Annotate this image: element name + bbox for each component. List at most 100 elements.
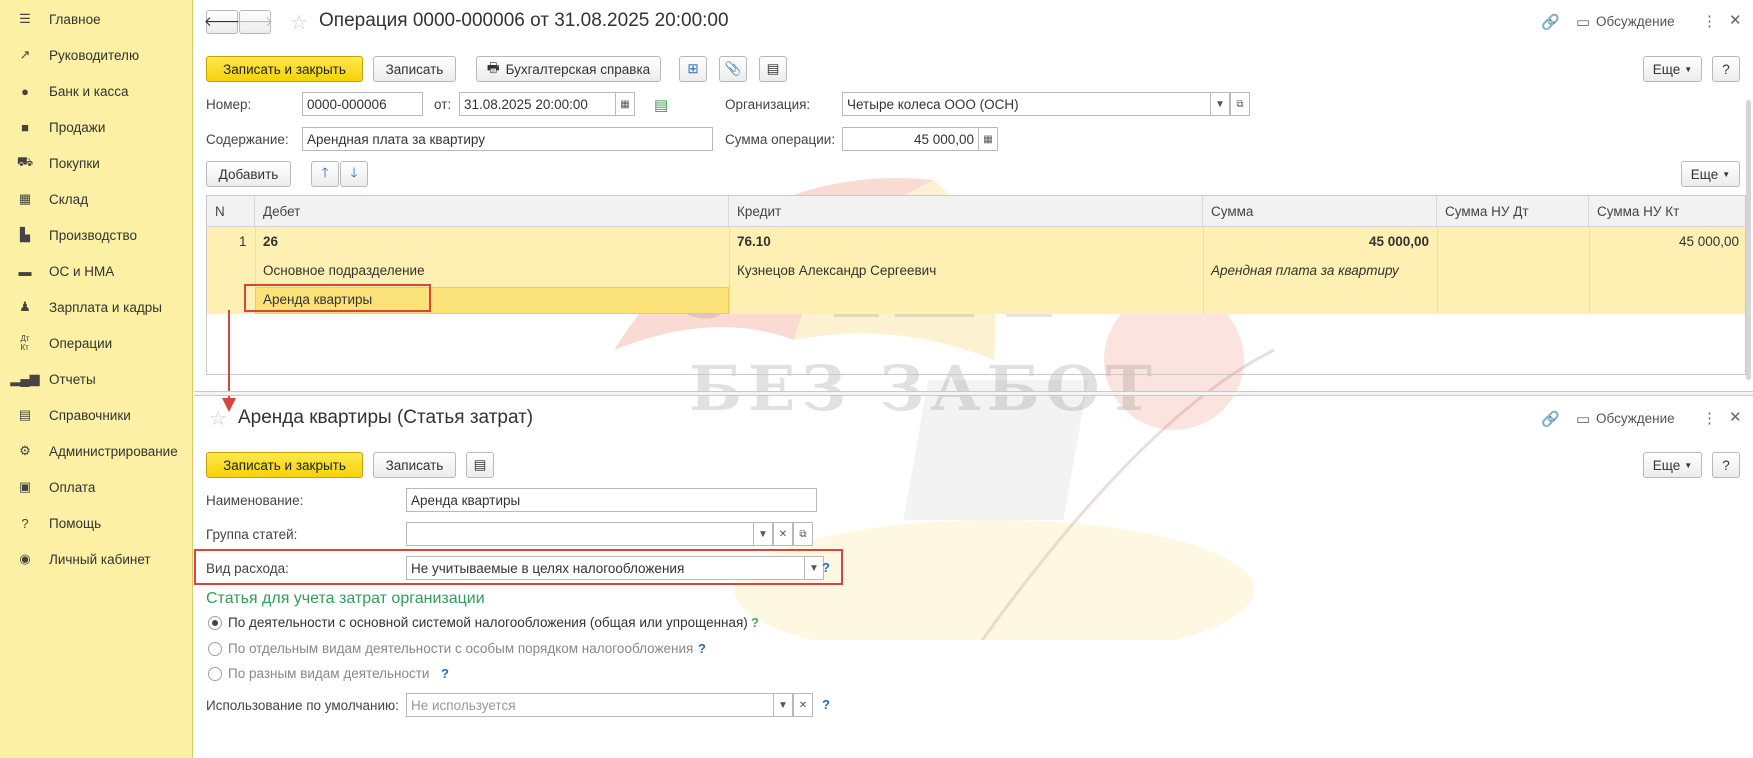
debit-subconto-1[interactable]: Основное подразделение: [263, 263, 425, 278]
sidebar-item-sales[interactable]: ■ Продажи: [0, 112, 193, 142]
sidebar-item-payment[interactable]: ▣ Оплата: [0, 472, 193, 502]
move-up-button[interactable]: 🡑: [311, 161, 339, 187]
question-icon: ?: [21, 515, 29, 531]
open-icon: ⧉: [799, 528, 807, 540]
link-icon[interactable]: 🔗: [1541, 13, 1560, 31]
sidebar-item-main[interactable]: ☰ Главное: [0, 4, 193, 34]
discussion-icon[interactable]: ▭: [1576, 410, 1590, 428]
expense-type-help-icon[interactable]: ?: [822, 560, 830, 575]
expense-type-dropdown-button[interactable]: ▼: [804, 556, 824, 580]
structure-button[interactable]: ⊞: [679, 56, 707, 82]
item-save-button[interactable]: Записать: [373, 452, 456, 478]
sidebar-item-warehouse[interactable]: ▦ Склад: [0, 184, 193, 214]
date-field[interactable]: 31.08.2025 20:00:00: [459, 92, 616, 116]
sidebar-item-fixed-assets[interactable]: ▬ ОС и НМА: [0, 256, 193, 286]
table-header: N Дебет Кредит Сумма Сумма НУ Дт Сумма Н…: [207, 196, 1745, 227]
column-sum-nu-dt[interactable]: Сумма НУ Дт: [1437, 196, 1589, 227]
sidebar-item-payroll[interactable]: ♟ Зарплата и кадры: [0, 292, 193, 322]
table-more-button[interactable]: Еще ▼: [1681, 161, 1740, 187]
sidebar-item-help[interactable]: ? Помощь: [0, 508, 193, 538]
sidebar-item-admin[interactable]: ⚙ Администрирование: [0, 436, 193, 466]
move-down-button[interactable]: 🡓: [340, 161, 368, 187]
discussion-link[interactable]: Обсуждение: [1596, 411, 1675, 426]
favorite-star-icon[interactable]: ☆: [209, 406, 227, 431]
add-button[interactable]: Добавить: [206, 161, 291, 187]
item-save-close-button[interactable]: Записать и закрыть: [206, 452, 363, 478]
item-more-button[interactable]: Еще ▼: [1643, 452, 1702, 478]
organization-field[interactable]: Четыре колеса ООО (ОСН): [842, 92, 1211, 116]
sidebar-item-purchases[interactable]: ⛟ Покупки: [0, 148, 193, 178]
default-usage-dropdown-button[interactable]: ▼: [773, 693, 793, 717]
sidebar-item-bank[interactable]: ● Банк и касса: [0, 76, 193, 106]
grid-icon: ▦: [18, 191, 32, 206]
expense-type-field[interactable]: Не учитываемые в целях налогообложения: [406, 556, 805, 580]
more-menu-icon[interactable]: ⋮: [1702, 409, 1717, 427]
item-report-button[interactable]: ▤: [466, 452, 494, 478]
item-help-button[interactable]: ?: [1712, 452, 1740, 478]
discussion-link[interactable]: Обсуждение: [1596, 14, 1675, 29]
default-usage-field[interactable]: Не используется: [406, 693, 774, 717]
name-field[interactable]: Аренда квартиры: [406, 488, 817, 512]
favorite-star-icon[interactable]: ☆: [290, 10, 308, 35]
chevron-down-icon: ▼: [778, 699, 788, 711]
column-sum-nu-kt[interactable]: Сумма НУ Кт: [1589, 196, 1745, 227]
organization-open-button[interactable]: ⧉: [1230, 92, 1250, 116]
number-field[interactable]: 0000-000006: [302, 92, 423, 116]
credit-subconto-1[interactable]: Кузнецов Александр Сергеевич: [737, 263, 936, 278]
column-sum[interactable]: Сумма: [1203, 196, 1437, 227]
credit-account[interactable]: 76.10: [737, 234, 771, 249]
more-menu-icon[interactable]: ⋮: [1702, 12, 1717, 30]
scrollbar[interactable]: [1746, 100, 1751, 380]
calendar-button[interactable]: ▦: [615, 92, 635, 116]
close-icon[interactable]: ✕: [1729, 11, 1742, 29]
calculator-button[interactable]: ▦: [978, 127, 998, 151]
save-close-button[interactable]: Записать и закрыть: [206, 56, 363, 82]
link-icon[interactable]: 🔗: [1541, 410, 1560, 428]
group-dropdown-button[interactable]: ▼: [753, 522, 773, 546]
attach-button[interactable]: 📎: [719, 56, 747, 82]
column-debit[interactable]: Дебет: [255, 196, 729, 227]
sidebar-item-operations[interactable]: Дт Кт Операции: [0, 328, 193, 358]
group-open-button[interactable]: ⧉: [793, 522, 813, 546]
splitter[interactable]: [194, 391, 1753, 396]
radio-special-tax-label[interactable]: По отдельным видам деятельности с особым…: [228, 641, 693, 656]
radio-special-tax-help-icon[interactable]: ?: [698, 641, 706, 656]
group-field[interactable]: [406, 522, 754, 546]
radio-main-tax-help-icon[interactable]: ?: [751, 615, 759, 630]
close-icon[interactable]: ✕: [1729, 408, 1742, 426]
column-n[interactable]: N: [207, 196, 255, 227]
accounting-ref-button[interactable]: 🖶 Бухгалтерская справка: [476, 56, 661, 82]
sidebar-item-label: Отчеты: [49, 371, 96, 387]
radio-various[interactable]: [208, 667, 222, 681]
sidebar-item-reports[interactable]: ▂▄▆ Отчеты: [0, 364, 193, 394]
default-usage-clear-button[interactable]: ✕: [793, 693, 813, 717]
more-button[interactable]: Еще ▼: [1643, 56, 1702, 82]
sidebar-item-label: Производство: [49, 227, 138, 243]
sidebar-item-manager[interactable]: ↗ Руководителю: [0, 40, 193, 70]
radio-special-tax[interactable]: [208, 642, 222, 656]
numbering-icon[interactable]: ▤: [654, 96, 668, 114]
sidebar-item-account[interactable]: ◉ Личный кабинет: [0, 544, 193, 574]
row-sum[interactable]: 45 000,00: [1317, 234, 1429, 249]
sidebar-item-production[interactable]: ▙ Производство: [0, 220, 193, 250]
sum-field[interactable]: 45 000,00: [842, 127, 979, 151]
sidebar-item-catalogs[interactable]: ▤ Справочники: [0, 400, 193, 430]
radio-various-help-icon[interactable]: ?: [441, 666, 449, 681]
discussion-icon[interactable]: ▭: [1576, 13, 1590, 31]
forward-button[interactable]: 🡒: [237, 10, 273, 34]
content-field[interactable]: Арендная плата за квартиру: [302, 127, 713, 151]
radio-main-tax[interactable]: [208, 616, 222, 630]
radio-various-label[interactable]: По разным видам деятельности: [228, 666, 429, 681]
organization-dropdown-button[interactable]: ▼: [1210, 92, 1230, 116]
save-button[interactable]: Записать: [373, 56, 456, 82]
row-content[interactable]: Арендная плата за квартиру: [1211, 263, 1399, 278]
default-usage-help-icon[interactable]: ?: [822, 697, 830, 712]
debit-account[interactable]: 26: [263, 234, 278, 249]
group-clear-button[interactable]: ✕: [773, 522, 793, 546]
report-button[interactable]: ▤: [759, 56, 787, 82]
row-sum-nu-kt[interactable]: 45 000,00: [1627, 234, 1739, 249]
radio-main-tax-label[interactable]: По деятельности с основной системой нало…: [228, 615, 748, 630]
help-button[interactable]: ?: [1712, 56, 1740, 82]
back-button[interactable]: 🡐: [204, 10, 240, 34]
column-credit[interactable]: Кредит: [729, 196, 1203, 227]
